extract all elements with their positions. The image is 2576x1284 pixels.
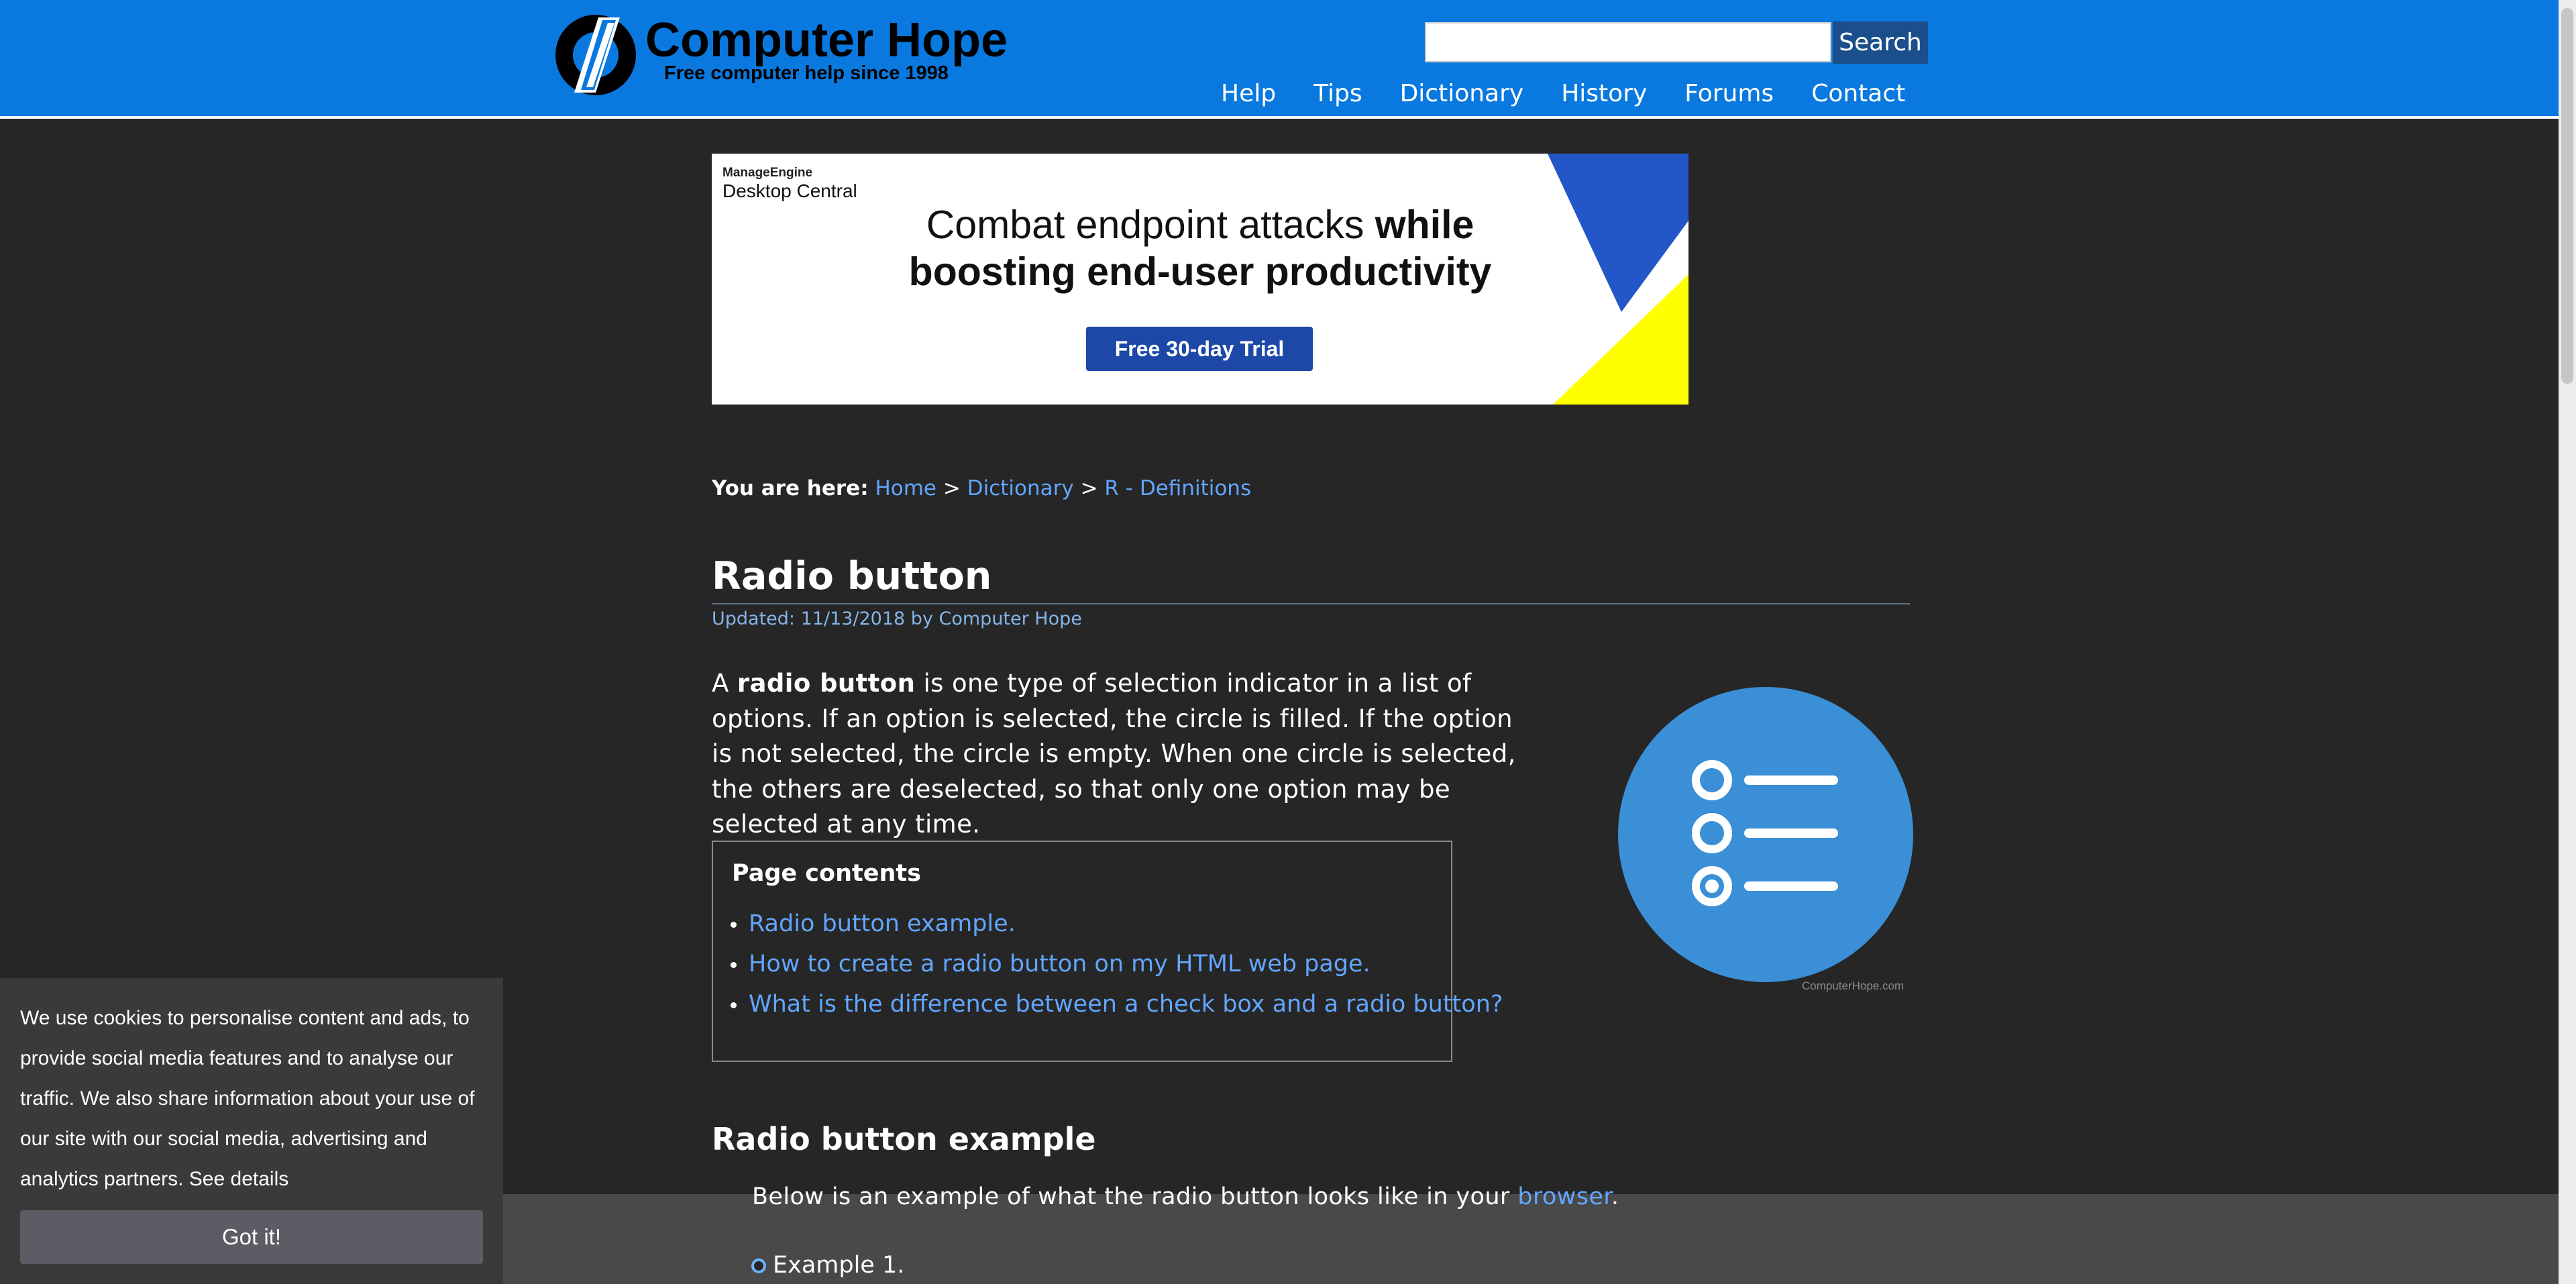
ad-free-trial-button[interactable]: Free 30-day Trial [1086,327,1313,371]
cookie-message: We use cookies to personalise content an… [20,1007,475,1190]
toc-link-difference[interactable]: What is the difference between a check b… [749,991,1503,1018]
intro-paragraph: A radio button is one type of selection … [712,669,1516,839]
nav-history[interactable]: History [1561,76,1647,111]
ad-headline-line1: Combat endpoint attacks while [926,203,1474,247]
example-radio-button[interactable] [751,1259,766,1273]
nav-help[interactable]: Help [1221,76,1276,111]
page-title: Radio button [712,554,992,598]
toc-item: How to create a radio button on my HTML … [713,944,1503,984]
browser-link[interactable]: browser [1517,1183,1611,1210]
search-input[interactable] [1425,22,1831,62]
cookie-accept-button[interactable]: Got it! [20,1210,483,1264]
illustration-caption: ComputerHope.com [1802,979,1904,992]
toc-item: What is the difference between a check b… [713,984,1503,1024]
updated-date: Updated: 11/13/2018 by Computer Hope [712,608,1082,629]
ad-headline-line2: boosting end-user productivity [908,250,1492,294]
page-contents-title: Page contents [732,860,921,887]
breadcrumb-r-definitions-link[interactable]: R - Definitions [1104,476,1251,500]
computer-hope-logo-icon[interactable] [554,13,637,97]
radio-button-term: radio button [737,669,916,698]
radio-button-illustration-icon [1618,687,1913,982]
logo-name[interactable]: Computer Hope [645,12,1008,68]
breadcrumb-home-link[interactable]: Home [875,476,936,500]
bullet-icon [731,962,737,968]
section-title: Radio button example [712,1121,1096,1157]
breadcrumb: You are here: Home > Dictionary > R - De… [712,472,1251,504]
search-button[interactable]: Search [1833,21,1928,64]
scrollbar-thumb[interactable] [2561,8,2573,384]
nav-tips[interactable]: Tips [1313,76,1362,111]
advertisement-banner[interactable]: ManageEngine Desktop Central ▷✕ Combat e… [712,154,1688,405]
nav-dictionary[interactable]: Dictionary [1400,76,1524,111]
breadcrumb-prefix: You are here: [712,476,869,500]
page-contents-list: Radio button example. How to create a ra… [713,904,1503,1024]
cookie-see-details-link[interactable]: See details [189,1168,288,1190]
logo-tagline: Free computer help since 1998 [664,62,949,84]
toc-link-example[interactable]: Radio button example. [749,910,1016,937]
page-contents-box: Page contents Radio button example. How … [712,841,1503,1062]
main-nav: Help Tips Dictionary History Forums Cont… [1221,76,1943,111]
example-intro-text: Below is an example of what the radio bu… [752,1183,1619,1210]
header-divider [0,116,2559,119]
example-radio-label: Example 1. [773,1252,905,1279]
breadcrumb-separator: > [1080,476,1098,500]
bullet-icon [731,922,737,928]
toc-item: Radio button example. [713,904,1503,944]
breadcrumb-separator: > [943,476,961,500]
toc-link-create[interactable]: How to create a radio button on my HTML … [749,951,1371,977]
nav-forums[interactable]: Forums [1684,76,1774,111]
bullet-icon [731,1002,737,1008]
title-divider [712,603,1910,604]
nav-contact[interactable]: Contact [1811,76,1905,111]
cookie-consent-banner: We use cookies to personalise content an… [0,978,503,1284]
breadcrumb-dictionary-link[interactable]: Dictionary [967,476,1074,500]
